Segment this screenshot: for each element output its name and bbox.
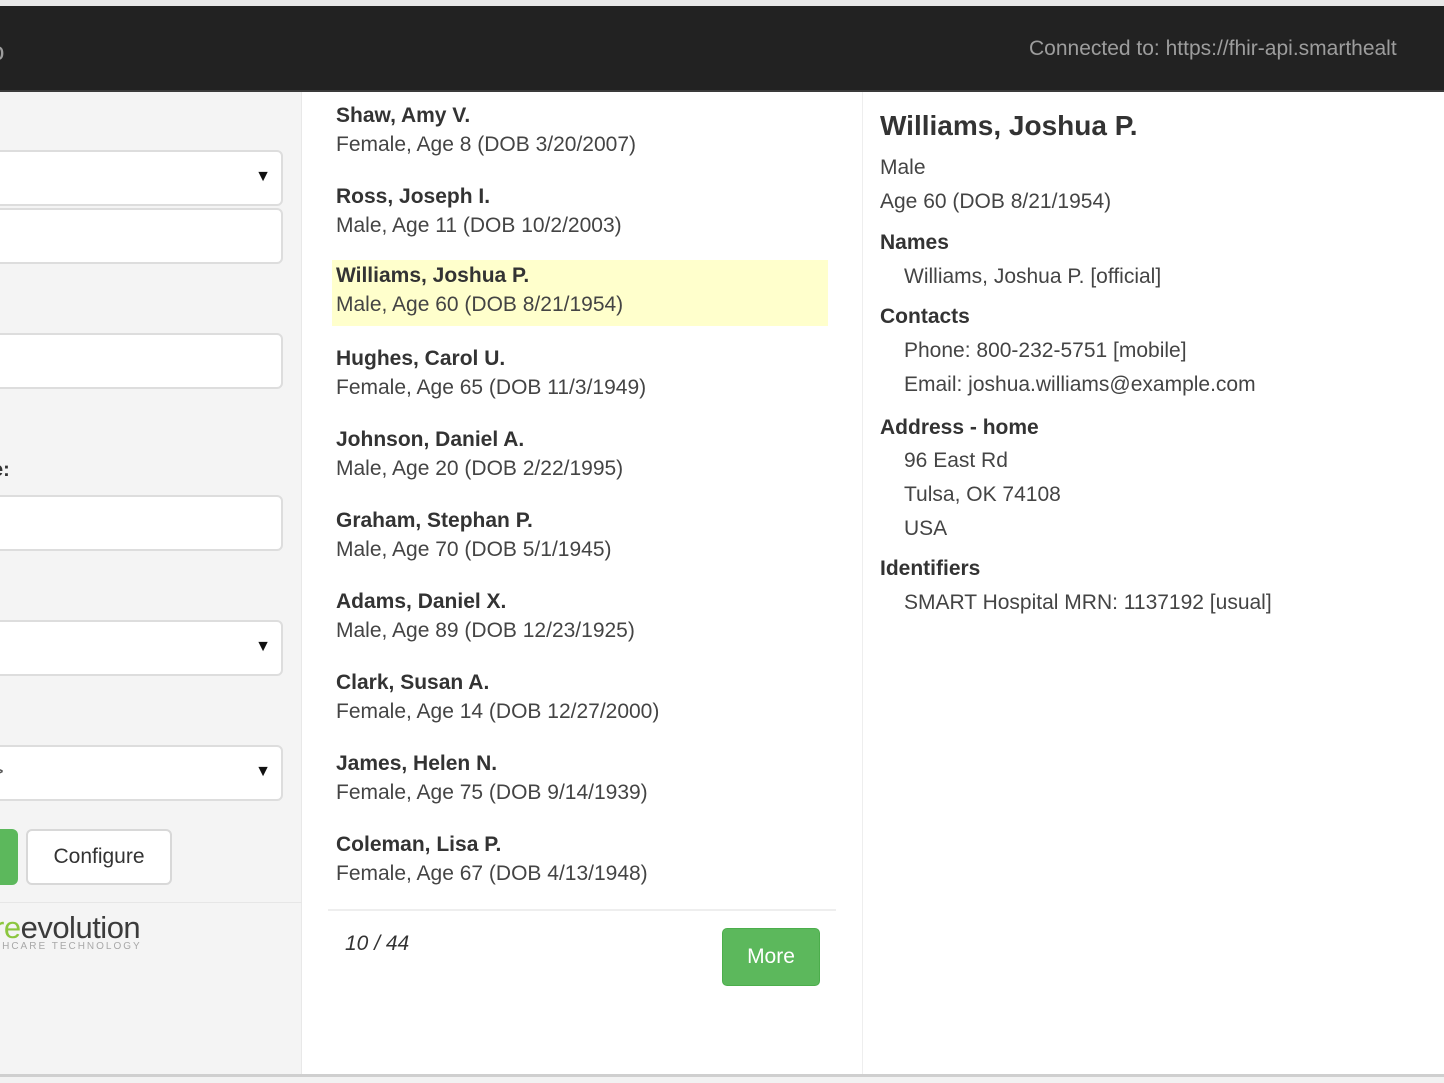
patient-info: Female, Age 75 (DOB 9/14/1939) <box>336 781 648 804</box>
contact-email: Email: joshua.williams@example.com <box>904 373 1256 396</box>
name-entry: Williams, Joshua P. [official] <box>904 265 1162 288</box>
patient-info: Male, Age 60 (DOB 8/21/1954) <box>336 293 624 316</box>
select-field-3[interactable]: > ▼ <box>0 745 283 801</box>
identifiers-heading: Identifiers <box>880 557 981 580</box>
patient-age: Age 60 (DOB 8/21/1954) <box>880 190 1112 213</box>
select-field-2[interactable]: ▼ <box>0 620 283 676</box>
patient-info: Male, Age 20 (DOB 2/22/1995) <box>336 457 624 480</box>
patient-name: Johnson, Daniel A. <box>336 428 525 451</box>
field-label-2: e: <box>0 459 10 481</box>
logo-green-text: re <box>0 910 21 945</box>
patient-name: Coleman, Lisa P. <box>336 833 502 856</box>
sidebar-divider <box>0 902 302 903</box>
patient-list-item[interactable]: Ross, Joseph I. Male, Age 11 (DOB 10/2/2… <box>332 181 828 247</box>
select-field-3-value: > <box>0 761 4 784</box>
search-sidebar: : ▼ e: ▼ > ▼ Configure reevolution THCAR… <box>0 92 302 1077</box>
patient-list: Shaw, Amy V. Female, Age 8 (DOB 3/20/200… <box>302 92 863 1077</box>
patient-info: Female, Age 14 (DOB 12/27/2000) <box>336 700 660 723</box>
more-button[interactable]: More <box>722 928 820 986</box>
patient-gender: Male <box>880 156 926 179</box>
address-heading: Address - home <box>880 416 1039 439</box>
patient-info: Male, Age 11 (DOB 10/2/2003) <box>336 214 622 237</box>
patient-info: Male, Age 70 (DOB 5/1/1945) <box>336 538 612 561</box>
patient-info: Male, Age 89 (DOB 12/23/1925) <box>336 619 635 642</box>
patient-info: Female, Age 8 (DOB 3/20/2007) <box>336 133 636 156</box>
patient-info: Female, Age 67 (DOB 4/13/1948) <box>336 862 648 885</box>
text-input-1[interactable] <box>0 208 283 264</box>
list-divider <box>328 909 836 911</box>
patient-name: Ross, Joseph I. <box>336 185 491 208</box>
patient-list-item[interactable]: Johnson, Daniel A. Male, Age 20 (DOB 2/2… <box>332 424 828 490</box>
patient-detail: Williams, Joshua P. Male Age 60 (DOB 8/2… <box>864 92 1444 1077</box>
search-button[interactable] <box>0 829 18 885</box>
patient-name: Clark, Susan A. <box>336 671 490 694</box>
patient-name: Hughes, Carol U. <box>336 347 506 370</box>
names-heading: Names <box>880 231 949 254</box>
connection-status: Connected to: https://fhir-api.smartheal… <box>1029 37 1397 60</box>
caret-down-icon: ▼ <box>255 168 271 185</box>
patient-name: Adams, Daniel X. <box>336 590 507 613</box>
patient-list-item[interactable]: Hughes, Carol U. Female, Age 65 (DOB 11/… <box>332 343 828 409</box>
logo-dark-text: evolution <box>20 910 141 945</box>
address-line: 96 East Rd <box>904 449 1008 472</box>
patient-name: Graham, Stephan P. <box>336 509 533 532</box>
caret-down-icon: ▼ <box>255 763 271 780</box>
navbar: o Connected to: https://fhir-api.smarthe… <box>0 6 1444 92</box>
contact-phone: Phone: 800-232-5751 [mobile] <box>904 339 1187 362</box>
patient-detail-title: Williams, Joshua P. <box>880 110 1138 141</box>
patient-list-item[interactable]: Coleman, Lisa P. Female, Age 67 (DOB 4/1… <box>332 829 828 895</box>
patient-name: James, Helen N. <box>336 752 498 775</box>
patient-name: Shaw, Amy V. <box>336 104 471 127</box>
logo-subtitle: THCARE TECHNOLOGY <box>0 941 142 952</box>
address-line: Tulsa, OK 74108 <box>904 483 1061 506</box>
patient-list-item[interactable]: Graham, Stephan P. Male, Age 70 (DOB 5/1… <box>332 505 828 571</box>
result-count: 10 / 44 <box>345 932 410 955</box>
patient-name: Williams, Joshua P. <box>336 264 530 287</box>
patient-list-item[interactable]: Adams, Daniel X. Male, Age 89 (DOB 12/23… <box>332 586 828 652</box>
patient-list-item[interactable]: Shaw, Amy V. Female, Age 8 (DOB 3/20/200… <box>332 100 828 166</box>
identifier-entry: SMART Hospital MRN: 1137192 [usual] <box>904 591 1272 614</box>
caret-down-icon: ▼ <box>255 638 271 655</box>
contacts-heading: Contacts <box>880 305 970 328</box>
patient-list-item[interactable]: Clark, Susan A. Female, Age 14 (DOB 12/2… <box>332 667 828 733</box>
configure-button[interactable]: Configure <box>26 829 172 885</box>
patient-list-item[interactable]: James, Helen N. Female, Age 75 (DOB 9/14… <box>332 748 828 814</box>
window-bottom-edge <box>0 1074 1444 1083</box>
text-input-2[interactable] <box>0 333 283 389</box>
app-brand[interactable]: o <box>0 36 4 67</box>
select-field-1[interactable]: ▼ <box>0 150 283 206</box>
text-input-3[interactable] <box>0 495 283 551</box>
patient-list-item-selected[interactable]: Williams, Joshua P. Male, Age 60 (DOB 8/… <box>332 260 828 326</box>
patient-info: Female, Age 65 (DOB 11/3/1949) <box>336 376 647 399</box>
address-line: USA <box>904 517 948 540</box>
